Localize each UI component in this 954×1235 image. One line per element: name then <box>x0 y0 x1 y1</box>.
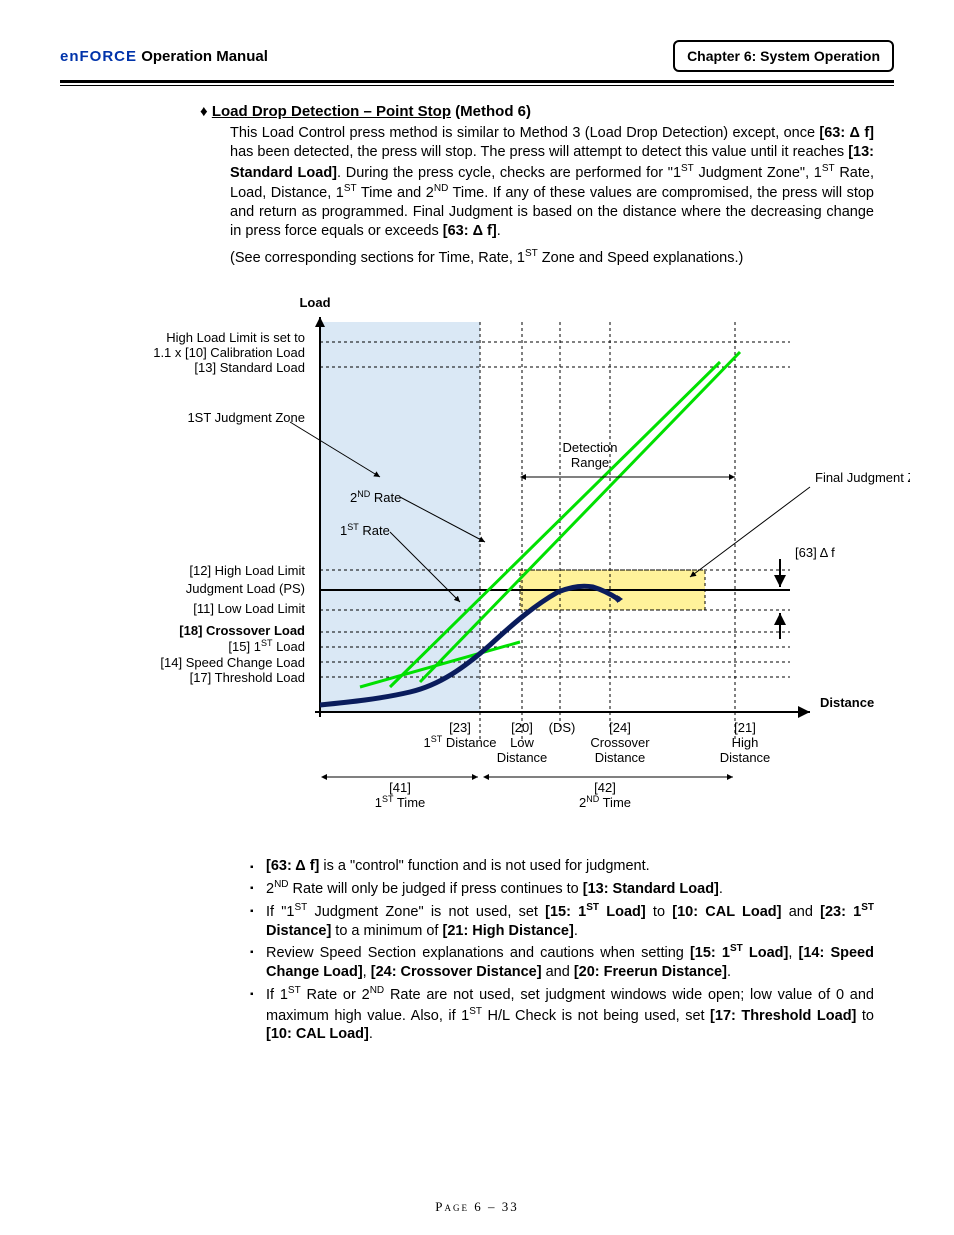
diamond-bullet: ♦ <box>200 103 208 120</box>
label-21a: [21] <box>734 720 756 735</box>
label-24b: Crossover <box>590 735 650 750</box>
label-21b: High <box>732 735 759 750</box>
label-hll-2: 1.1 x [10] Calibration Load <box>153 345 305 360</box>
label-20a: [20] <box>511 720 533 735</box>
page: enFORCE Operation Manual Chapter 6: Syst… <box>0 0 954 1235</box>
bullet-4: Review Speed Section explanations and ca… <box>250 942 874 982</box>
y-axis-label: Load <box>299 295 330 310</box>
intro-paragraph: This Load Control press method is simila… <box>230 124 874 241</box>
label-42b: 2ND Time <box>579 794 631 810</box>
bullet-2: 2ND Rate will only be judged if press co… <box>250 878 874 899</box>
see-also-paragraph: (See corresponding sections for Time, Ra… <box>230 247 874 268</box>
section-heading-underlined: Load Drop Detection – Point Stop <box>212 103 451 120</box>
detection-range-label-1: Detection <box>563 440 618 455</box>
manual-label: Operation Manual <box>141 48 268 65</box>
label-23a: [23] <box>449 720 471 735</box>
bullet-list: [63: Δ f] is a "control" function and is… <box>250 857 874 1044</box>
label-41a: [41] <box>389 780 411 795</box>
chapter-box: Chapter 6: System Operation <box>673 40 894 72</box>
label-42a: [42] <box>594 780 616 795</box>
label-24a: [24] <box>609 720 631 735</box>
label-41b: 1ST Time <box>375 794 426 810</box>
x-axis-label: Distance <box>820 695 874 710</box>
bullet-1: [63: Δ f] is a "control" function and is… <box>250 857 874 876</box>
section-title: ♦ Load Drop Detection – Point Stop (Meth… <box>200 103 874 120</box>
bullet-5: If 1ST Rate or 2ND Rate are not used, se… <box>250 984 874 1044</box>
label-judgment-load-ps: Judgment Load (PS) <box>186 581 305 596</box>
label-17-threshold: [17] Threshold Load <box>190 670 305 685</box>
label-15-1st-load: [15] 1ST Load <box>228 638 305 654</box>
label-24c: Distance <box>595 750 646 765</box>
page-number: Page 6 – 33 <box>0 1199 954 1215</box>
detection-range-label-2: Range <box>571 455 609 470</box>
label-delta-f: [63] Δ f <box>795 545 835 560</box>
label-18-crossover: [18] Crossover Load <box>179 623 305 638</box>
bullet-3: If "1ST Judgment Zone" is not used, set … <box>250 901 874 941</box>
label-14-speed-change: [14] Speed Change Load <box>160 655 305 670</box>
label-final-judgment-zone: Final Judgment Zone <box>815 470 910 485</box>
manual-title: enFORCE Operation Manual <box>60 48 268 65</box>
main-content: ♦ Load Drop Detection – Point Stop (Meth… <box>60 103 894 1044</box>
label-21c: Distance <box>720 750 771 765</box>
label-1st-judgment-zone: 1ST Judgment Zone <box>187 410 305 425</box>
label-12-high-load: [12] High Load Limit <box>189 563 305 578</box>
label-20c: Distance <box>497 750 548 765</box>
label-20b: Low <box>510 735 534 750</box>
label-ds: (DS) <box>549 720 576 735</box>
label-11-low-load: [11] Low Load Limit <box>193 601 305 616</box>
section-heading-suffix: (Method 6) <box>451 103 531 120</box>
header: enFORCE Operation Manual Chapter 6: Syst… <box>60 40 894 83</box>
label-hll-1: High Load Limit is set to <box>166 330 305 345</box>
label-standard-load: [13] Standard Load <box>194 360 305 375</box>
brand-logo: enFORCE <box>60 48 137 65</box>
label-23b: 1ST Distance <box>424 734 497 750</box>
load-distance-diagram: Detection Range Load High Load Limit is <box>90 287 874 837</box>
